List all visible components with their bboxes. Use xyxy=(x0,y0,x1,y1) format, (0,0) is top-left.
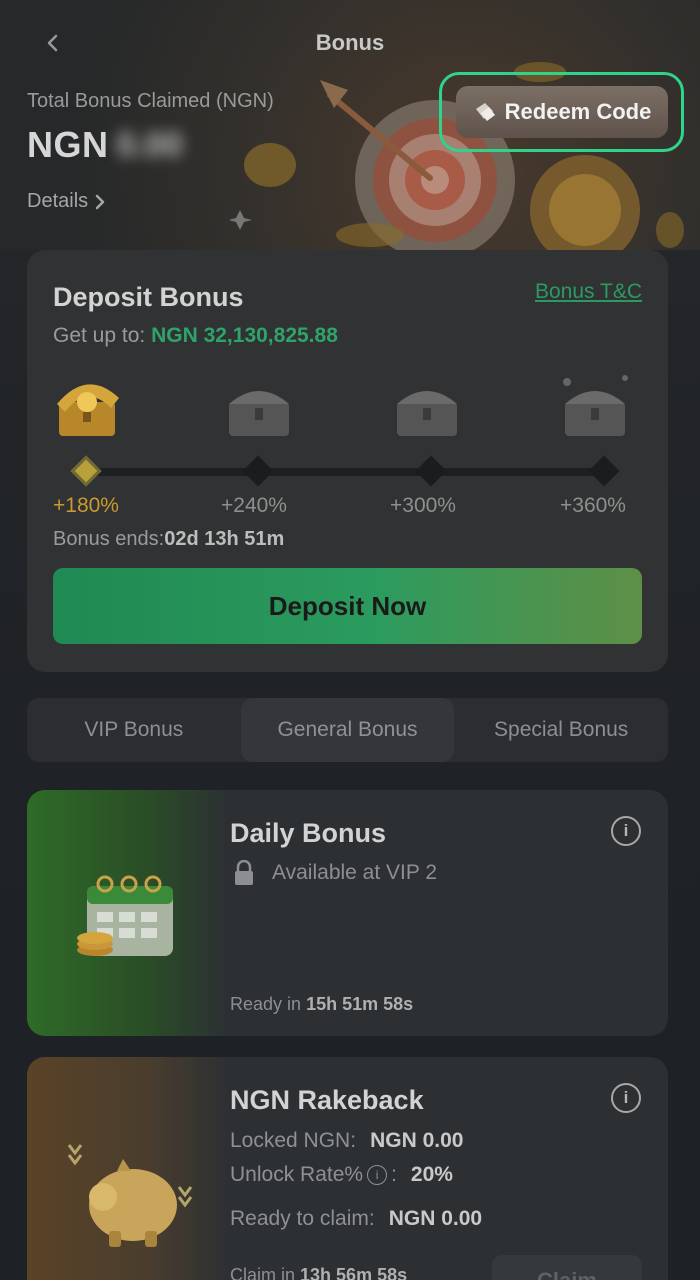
piggy-bank-icon xyxy=(67,1144,193,1247)
total-bonus-currency: NGN xyxy=(27,124,109,165)
bonus-tabs: VIP Bonus General Bonus Special Bonus xyxy=(27,698,668,762)
unlock-rate-colon: : xyxy=(391,1163,397,1186)
claim-in: Claim in 13h 56m 58s xyxy=(230,1265,407,1280)
unlock-rate: Unlock Rate% i : 20% xyxy=(230,1163,453,1187)
redeem-code-button[interactable]: Redeem Code xyxy=(456,86,668,138)
tab-general-bonus[interactable]: General Bonus xyxy=(240,698,455,762)
rakeback-card: NGN Rakeback i Locked NGN: NGN 0.00 Unlo… xyxy=(27,1057,668,1280)
treasure-chest-locked-icon xyxy=(563,375,628,436)
bonus-ends-countdown: 02d 13h 51m xyxy=(164,528,285,550)
calendar-coins-icon xyxy=(77,875,173,956)
tier-marker xyxy=(588,455,620,487)
ready-in-label: Ready in xyxy=(230,994,302,1014)
bonus-tc-link[interactable]: Bonus T&C xyxy=(535,280,642,304)
unlock-rate-label: Unlock Rate% xyxy=(230,1163,364,1186)
ready-in-countdown: 15h 51m 58s xyxy=(306,994,414,1014)
tier-percent: +240% xyxy=(221,494,287,517)
deposit-now-button[interactable]: Deposit Now xyxy=(53,568,642,644)
locked-label: Locked NGN: xyxy=(230,1129,357,1152)
vip-requirement-text: Available at VIP 2 xyxy=(272,861,438,884)
treasure-chest-locked-icon xyxy=(397,391,457,436)
info-icon[interactable]: i xyxy=(611,1083,641,1113)
info-icon[interactable]: i xyxy=(367,1165,388,1185)
unlock-rate-value: 20% xyxy=(410,1163,453,1186)
deposit-bonus-card: Deposit Bonus Bonus T&C Get up to: NGN 3… xyxy=(27,250,668,672)
deposit-bonus-title: Deposit Bonus xyxy=(53,282,244,312)
claim-in-label: Claim in xyxy=(230,1265,296,1280)
daily-bonus-card: Daily Bonus i Available at VIP 2 Ready i… xyxy=(27,790,668,1036)
redeem-code-label: Redeem Code xyxy=(504,99,652,124)
chevron-right-icon xyxy=(95,194,105,209)
locked-value: NGN 0.00 xyxy=(370,1129,464,1152)
claim-button[interactable]: Claim xyxy=(492,1255,642,1280)
ready-to-claim-label: Ready to claim: xyxy=(230,1207,375,1230)
claim-in-countdown: 13h 56m 58s xyxy=(300,1265,408,1280)
get-up-to-amount: NGN 32,130,825.88 xyxy=(151,324,338,347)
total-bonus-value: NGN 0.00 xyxy=(27,124,183,166)
ticket-icon xyxy=(475,103,495,121)
daily-bonus-art xyxy=(27,790,227,1036)
bonus-header: Bonus Total Bonus Claimed (NGN) NGN 0.00… xyxy=(0,0,700,260)
tier-marker xyxy=(70,455,102,487)
info-icon[interactable]: i xyxy=(611,816,641,846)
daily-ready-in: Ready in 15h 51m 58s xyxy=(230,994,413,1015)
ready-to-claim-value: NGN 0.00 xyxy=(388,1207,483,1230)
tier-percent: +360% xyxy=(560,494,626,517)
details-link[interactable]: Details xyxy=(27,190,106,213)
tab-vip-bonus[interactable]: VIP Bonus xyxy=(27,698,241,762)
bonus-ends: Bonus ends:02d 13h 51m xyxy=(53,528,284,551)
get-up-to-label: Get up to: xyxy=(53,324,146,347)
tier-marker xyxy=(415,455,447,487)
total-bonus-amount: 0.00 xyxy=(116,125,183,164)
lock-icon xyxy=(235,860,253,885)
tab-special-bonus[interactable]: Special Bonus xyxy=(454,698,668,762)
vip-requirement: Available at VIP 2 xyxy=(232,860,437,886)
daily-bonus-title: Daily Bonus xyxy=(230,818,387,848)
bonus-page: Bonus Total Bonus Claimed (NGN) NGN 0.00… xyxy=(0,0,700,1280)
tier-marker xyxy=(242,455,274,487)
locked-ngn: Locked NGN: NGN 0.00 xyxy=(230,1129,463,1153)
tier-percent: +180% xyxy=(53,494,119,517)
get-up-to: Get up to: NGN 32,130,825.88 xyxy=(53,324,338,348)
page-title: Bonus xyxy=(315,30,385,55)
bonus-progress-track xyxy=(85,468,615,476)
ready-to-claim: Ready to claim: NGN 0.00 xyxy=(230,1207,482,1231)
bonus-ends-label: Bonus ends: xyxy=(53,528,165,550)
treasure-chest-locked-icon xyxy=(229,391,289,436)
total-bonus-label: Total Bonus Claimed (NGN) xyxy=(27,90,274,112)
treasure-chest-gold-icon xyxy=(57,384,119,436)
details-label: Details xyxy=(27,190,89,212)
tier-percent: +300% xyxy=(390,494,456,517)
rakeback-title: NGN Rakeback xyxy=(230,1085,424,1115)
rakeback-art xyxy=(27,1057,227,1280)
